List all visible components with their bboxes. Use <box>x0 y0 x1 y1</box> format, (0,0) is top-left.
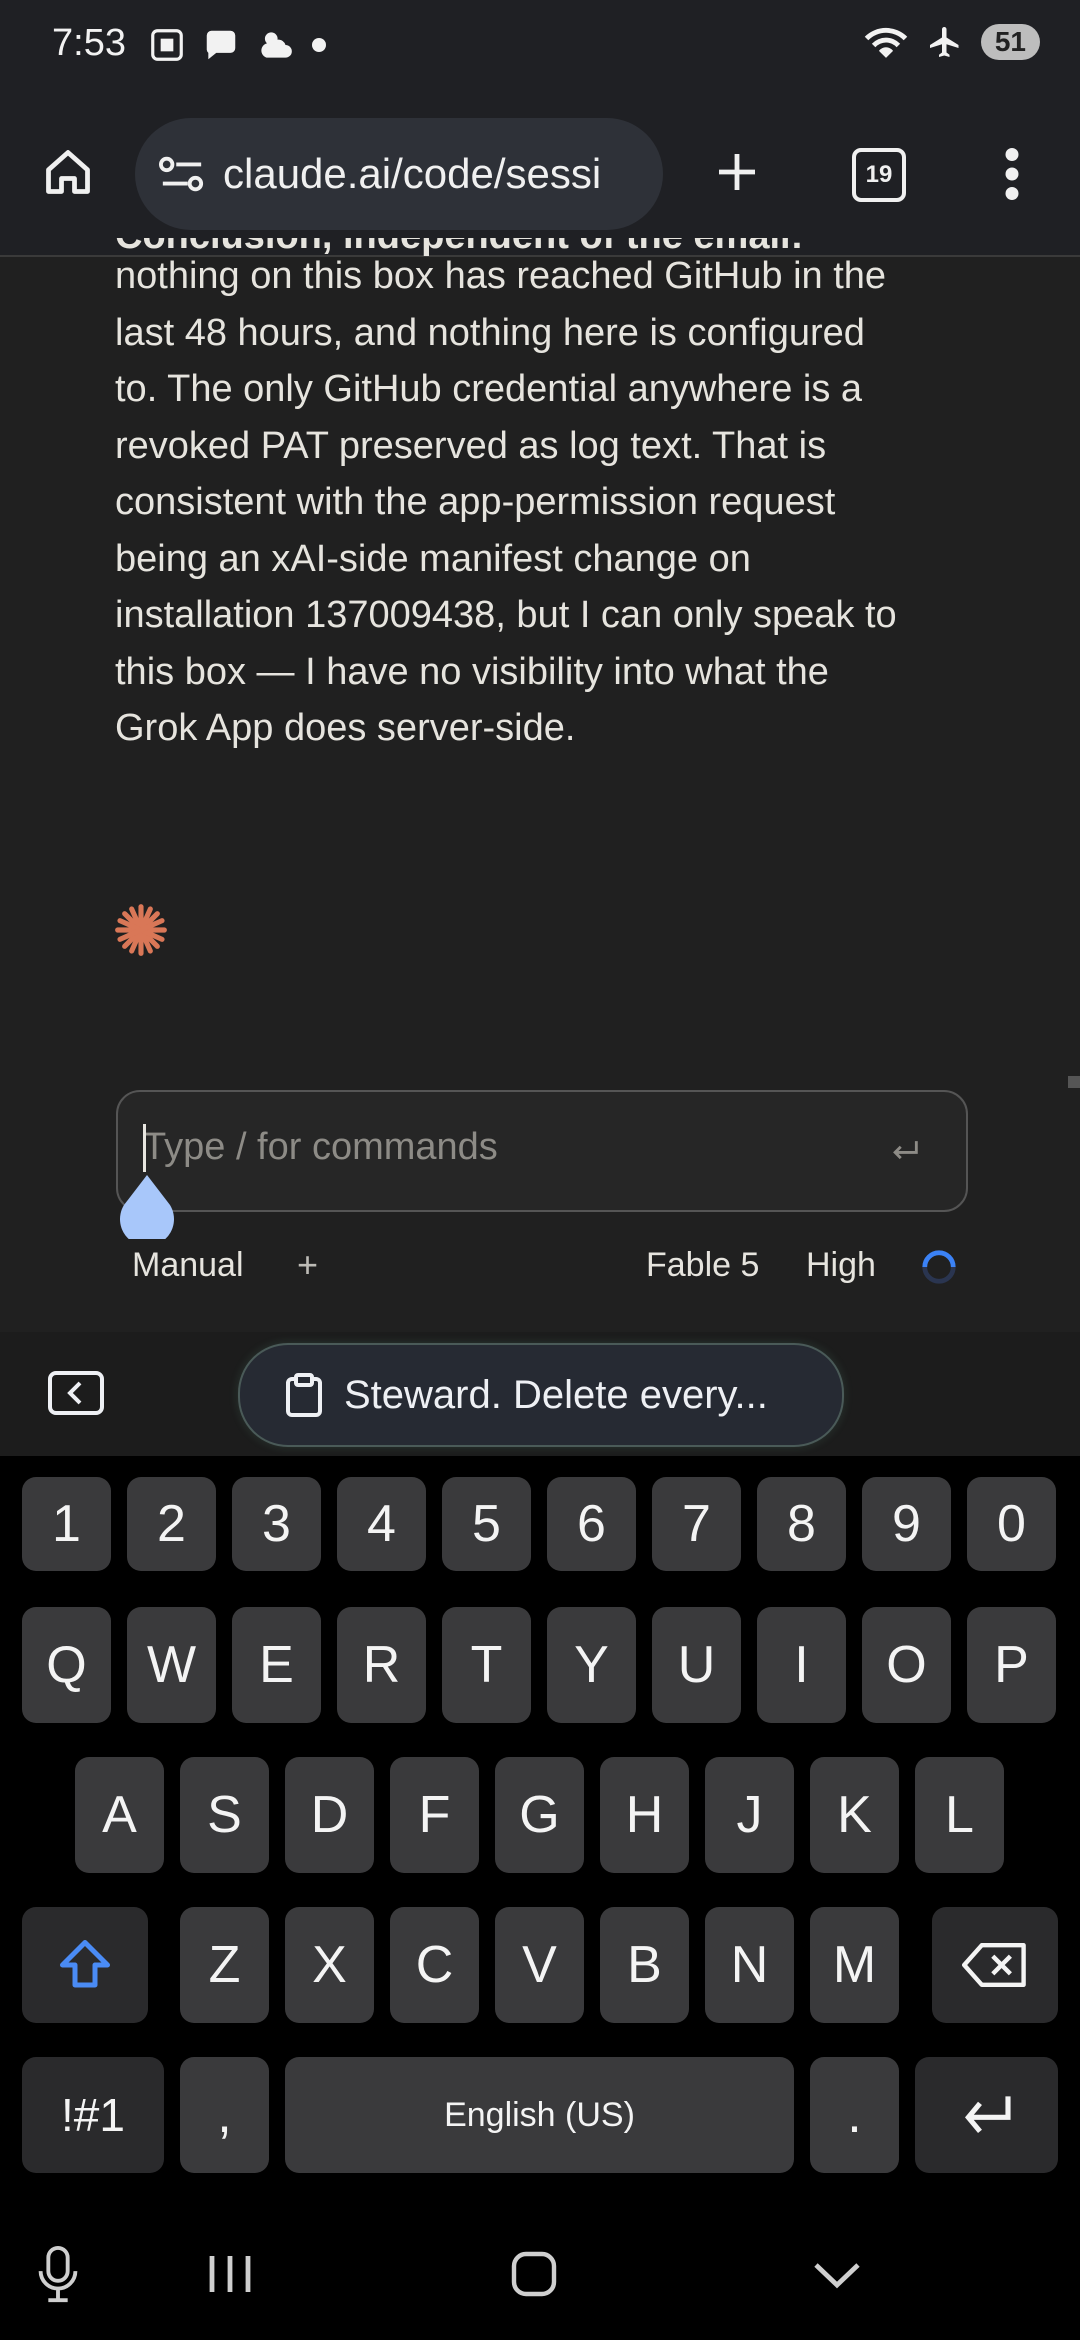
key-k[interactable]: K <box>810 1757 899 1873</box>
key-r[interactable]: R <box>337 1607 426 1723</box>
message-line: Grok App does server-side. <box>115 707 576 749</box>
key-m[interactable]: M <box>810 1907 899 2023</box>
message-line: consistent with the app-permission reque… <box>115 481 836 523</box>
chat-bubble-icon <box>206 30 236 60</box>
space-key[interactable]: English (US) <box>285 2057 794 2173</box>
status-notification-icons <box>148 26 326 64</box>
text-selection-handle[interactable] <box>118 1175 176 1239</box>
message-line: this box — I have no visibility into wha… <box>115 650 829 693</box>
status-system-icons: 51 <box>863 24 1040 60</box>
model-selector[interactable]: Fable 5 <box>646 1246 759 1285</box>
loading-spinner-icon <box>922 1250 956 1284</box>
message-line: nothing on this box has reached GitHub i… <box>115 255 887 297</box>
key-5[interactable]: 5 <box>442 1477 531 1571</box>
key-a[interactable]: A <box>75 1757 164 1873</box>
key-j[interactable]: J <box>705 1757 794 1873</box>
new-tab-icon[interactable] <box>713 148 761 196</box>
address-bar[interactable]: claude.ai/code/sessi <box>135 118 663 230</box>
add-attachment-button[interactable]: + <box>297 1244 318 1286</box>
shift-key[interactable] <box>22 1907 148 2023</box>
key-h[interactable]: H <box>600 1757 689 1873</box>
claude-spark-icon <box>115 904 167 956</box>
mode-selector[interactable]: Manual <box>132 1246 244 1285</box>
shift-icon <box>60 1940 110 1988</box>
enter-key[interactable] <box>915 2057 1058 2173</box>
airplane-icon <box>929 27 959 57</box>
key-f[interactable]: F <box>390 1757 479 1873</box>
key-t[interactable]: T <box>442 1607 531 1723</box>
url-text: claude.ai/code/sessi <box>223 150 602 197</box>
message-line: being an xAI-side manifest change on <box>115 537 751 580</box>
key-0[interactable]: 0 <box>967 1477 1056 1571</box>
key-g[interactable]: G <box>495 1757 584 1873</box>
message-line: to. The only GitHub credential anywhere … <box>115 368 863 410</box>
backspace-key[interactable] <box>932 1907 1058 2023</box>
key-x[interactable]: X <box>285 1907 374 2023</box>
key-s[interactable]: S <box>180 1757 269 1873</box>
recent-apps-icon[interactable] <box>206 2252 256 2296</box>
scrollbar-thumb[interactable] <box>1068 1076 1080 1088</box>
keyboard-collapse-icon[interactable] <box>48 1370 104 1416</box>
comma-key[interactable]: , <box>180 2057 269 2173</box>
key-l[interactable]: L <box>915 1757 1004 1873</box>
effort-selector[interactable]: High <box>806 1246 876 1285</box>
enter-icon[interactable] <box>888 1134 922 1168</box>
key-9[interactable]: 9 <box>862 1477 951 1571</box>
home-nav-icon[interactable] <box>510 2250 558 2298</box>
key-w[interactable]: W <box>127 1607 216 1723</box>
clipboard-suggestion[interactable]: Steward. Delete every... <box>238 1343 844 1447</box>
status-time: 7:53 <box>52 22 126 64</box>
message-line: revoked PAT preserved as log text. That … <box>115 424 827 467</box>
wifi-icon <box>864 27 908 58</box>
key-u[interactable]: U <box>652 1607 741 1723</box>
home-icon[interactable] <box>42 146 94 198</box>
return-icon <box>964 2096 1011 2133</box>
key-4[interactable]: 4 <box>337 1477 426 1571</box>
key-3[interactable]: 3 <box>232 1477 321 1571</box>
message-line: last 48 hours, and nothing here is confi… <box>115 311 865 354</box>
dot-icon <box>312 38 326 52</box>
key-b[interactable]: B <box>600 1907 689 2023</box>
key-p[interactable]: P <box>967 1607 1056 1723</box>
key-v[interactable]: V <box>495 1907 584 2023</box>
key-c[interactable]: C <box>390 1907 479 2023</box>
battery-indicator: 51 <box>980 24 1040 60</box>
hide-keyboard-icon[interactable] <box>812 2258 862 2292</box>
weather-cloud-icon <box>261 32 292 58</box>
key-6[interactable]: 6 <box>547 1477 636 1571</box>
text-caret <box>143 1124 146 1172</box>
key-n[interactable]: N <box>705 1907 794 2023</box>
key-e[interactable]: E <box>232 1607 321 1723</box>
key-2[interactable]: 2 <box>127 1477 216 1571</box>
key-1[interactable]: 1 <box>22 1477 111 1571</box>
site-settings-icon[interactable] <box>159 154 205 194</box>
tab-switcher-button[interactable]: 19 <box>852 148 906 202</box>
clipboard-icon <box>286 1373 322 1417</box>
key-q[interactable]: Q <box>22 1607 111 1723</box>
clipboard-suggestion-text: Steward. Delete every... <box>344 1372 768 1417</box>
assistant-message: nothing on this box has reached GitHub i… <box>115 248 975 757</box>
key-y[interactable]: Y <box>547 1607 636 1723</box>
key-d[interactable]: D <box>285 1757 374 1873</box>
key-7[interactable]: 7 <box>652 1477 741 1571</box>
screenshot-icon <box>151 29 183 61</box>
key-o[interactable]: O <box>862 1607 951 1723</box>
symbols-key[interactable]: !#1 <box>22 2057 164 2173</box>
more-options-icon[interactable] <box>1000 148 1024 200</box>
backspace-icon <box>962 1943 1026 1987</box>
key-z[interactable]: Z <box>180 1907 269 2023</box>
key-8[interactable]: 8 <box>757 1477 846 1571</box>
key-i[interactable]: I <box>757 1607 846 1723</box>
message-line: installation 137009438, but I can only s… <box>115 594 897 636</box>
prompt-placeholder: Type / for commands <box>143 1126 498 1168</box>
period-key[interactable]: . <box>810 2057 899 2173</box>
microphone-icon[interactable] <box>38 2246 78 2304</box>
